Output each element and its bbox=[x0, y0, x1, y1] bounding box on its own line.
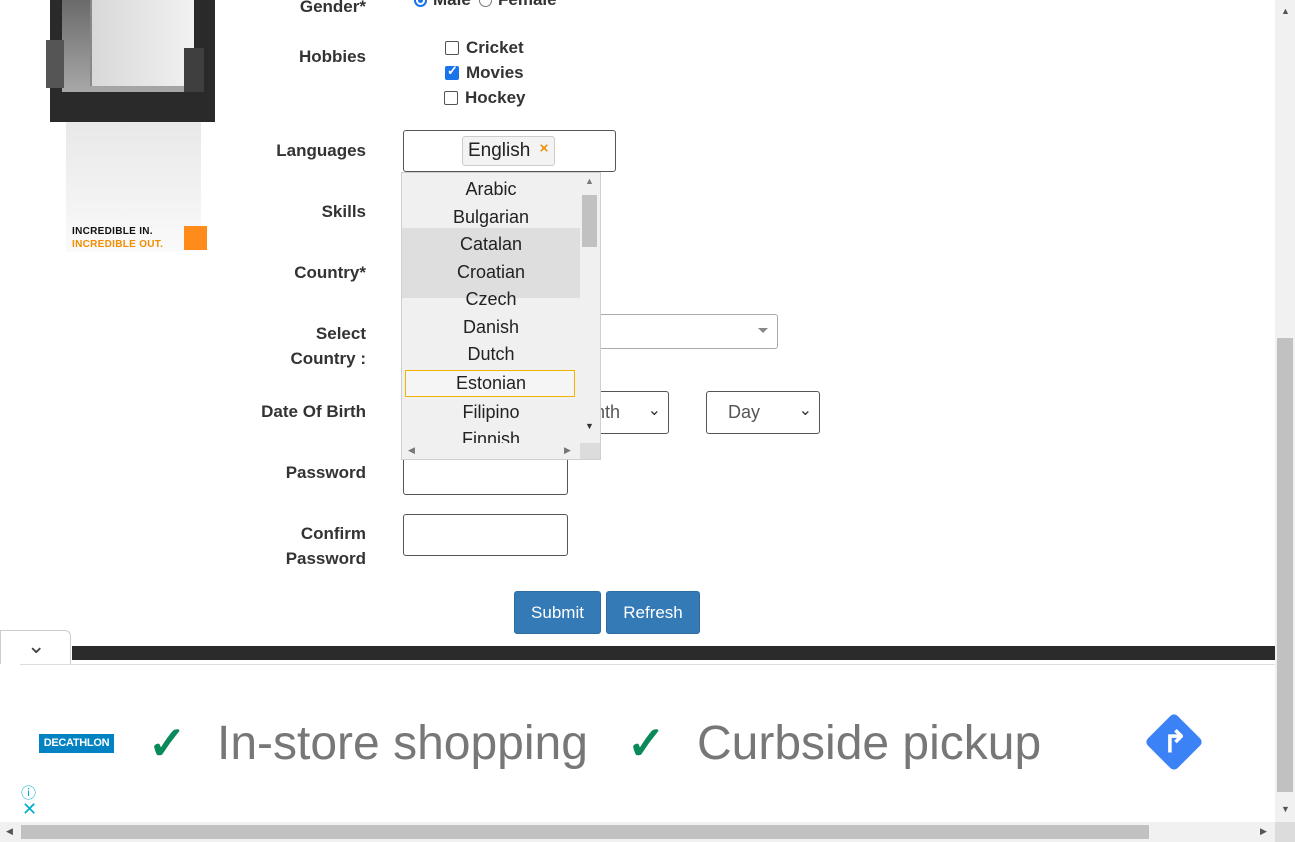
scroll-down-icon[interactable]: ▼ bbox=[585, 421, 594, 431]
page-horizontal-scrollbar[interactable]: ◀ ▶ bbox=[0, 822, 1275, 842]
page-hscroll-thumb[interactable] bbox=[21, 825, 1149, 839]
gender-female-radio[interactable] bbox=[479, 0, 492, 7]
password-label: Password bbox=[285, 463, 366, 482]
country-label: Country* bbox=[294, 263, 366, 282]
chevron-down-icon: ⌄ bbox=[647, 402, 661, 419]
language-option[interactable]: Filipino bbox=[402, 399, 580, 426]
select-country-label-line2: Country : bbox=[290, 349, 366, 368]
chevron-down-icon: ⌄ bbox=[798, 402, 812, 419]
language-tag-label: English bbox=[468, 140, 531, 161]
language-option[interactable]: Danish bbox=[402, 314, 580, 341]
ad-tagline-2: INCREDIBLE OUT. bbox=[72, 239, 164, 250]
ad-feature-curbside: Curbside pickup bbox=[697, 717, 1042, 770]
scroll-down-icon[interactable]: ▼ bbox=[1281, 804, 1290, 814]
scroll-up-icon[interactable]: ▲ bbox=[585, 176, 594, 186]
select-country-label-line1: Select bbox=[315, 324, 366, 343]
page-scroll-thumb[interactable] bbox=[1277, 338, 1293, 792]
hobby-cricket-checkbox[interactable] bbox=[445, 41, 459, 55]
languages-label: Languages bbox=[276, 141, 366, 160]
language-option[interactable]: Croatian bbox=[402, 259, 580, 286]
ad-feature-instore: In-store shopping bbox=[217, 717, 588, 770]
dropdown-horizontal-scrollbar[interactable]: ◀ ▶ bbox=[402, 443, 580, 459]
check-icon: ✓ bbox=[627, 717, 666, 769]
scroll-up-icon[interactable]: ▲ bbox=[1281, 6, 1290, 16]
skills-label: Skills bbox=[321, 202, 366, 221]
scroll-right-icon[interactable]: ▶ bbox=[1260, 826, 1267, 837]
gender-female-label: Female bbox=[498, 0, 557, 10]
footer-bar bbox=[72, 646, 1275, 660]
ad-close-icon[interactable]: ✕ bbox=[22, 799, 37, 820]
scroll-corner bbox=[1275, 822, 1295, 842]
language-option[interactable]: Czech bbox=[402, 286, 580, 313]
dob-label: Date Of Birth bbox=[261, 402, 366, 421]
ad-collapse-button[interactable]: ⌄ bbox=[0, 630, 71, 664]
hobby-movies-checkbox[interactable] bbox=[445, 63, 459, 80]
hobby-movies-label: Movies bbox=[466, 63, 524, 82]
dropdown-scroll-thumb[interactable] bbox=[582, 195, 597, 247]
dropdown-arrow-icon bbox=[758, 328, 768, 333]
gender-label: Gender* bbox=[299, 0, 366, 16]
confirm-password-label-line1: Confirm bbox=[300, 524, 366, 543]
check-icon: ✓ bbox=[148, 717, 187, 769]
language-option[interactable]: Estonian bbox=[402, 370, 580, 397]
ad-tagline-1: INCREDIBLE IN. bbox=[72, 226, 153, 237]
gender-male-radio[interactable] bbox=[414, 0, 427, 7]
dropdown-vertical-scrollbar[interactable]: ▲ ▼ bbox=[580, 173, 600, 443]
submit-button[interactable]: Submit bbox=[514, 591, 601, 634]
dropdown-scroll-corner bbox=[580, 443, 600, 459]
ad-brand-mark bbox=[184, 226, 207, 250]
language-option[interactable]: Dutch bbox=[402, 341, 580, 368]
decathlon-logo: DECATHLON bbox=[39, 734, 114, 753]
hobby-hockey-checkbox[interactable] bbox=[444, 91, 458, 105]
language-option[interactable]: Catalan bbox=[402, 231, 580, 258]
hobbies-label: Hobbies bbox=[298, 47, 366, 66]
language-dropdown-list[interactable]: Arabic Bulgarian Catalan Croatian Czech … bbox=[401, 172, 601, 460]
left-ad-banner[interactable]: INCREDIBLE IN. INCREDIBLE OUT. bbox=[46, 0, 215, 252]
scroll-right-icon[interactable]: ▶ bbox=[564, 445, 571, 456]
ad-image bbox=[46, 0, 215, 122]
hobby-cricket-label: Cricket bbox=[466, 38, 524, 57]
tag-remove-icon[interactable]: × bbox=[540, 135, 549, 163]
language-option[interactable]: Arabic bbox=[402, 176, 580, 203]
confirm-password-label-line2: Password bbox=[285, 549, 366, 568]
language-tag: English × bbox=[462, 135, 556, 166]
scroll-left-icon[interactable]: ◀ bbox=[6, 826, 13, 837]
dob-day-select[interactable]: Day ⌄ bbox=[706, 391, 820, 434]
confirm-password-input[interactable] bbox=[403, 514, 568, 556]
page-vertical-scrollbar[interactable]: ▲ ▼ bbox=[1275, 0, 1295, 822]
refresh-button[interactable]: Refresh bbox=[606, 591, 700, 634]
day-select-text: Day bbox=[728, 402, 761, 422]
scroll-left-icon[interactable]: ◀ bbox=[408, 445, 415, 456]
directions-arrow-icon: ↱ bbox=[1162, 726, 1188, 759]
hobby-hockey-label: Hockey bbox=[465, 88, 526, 107]
gender-male-label: Male bbox=[433, 0, 471, 10]
chevron-down-icon: ⌄ bbox=[27, 633, 46, 658]
language-option[interactable]: Bulgarian bbox=[402, 204, 580, 231]
